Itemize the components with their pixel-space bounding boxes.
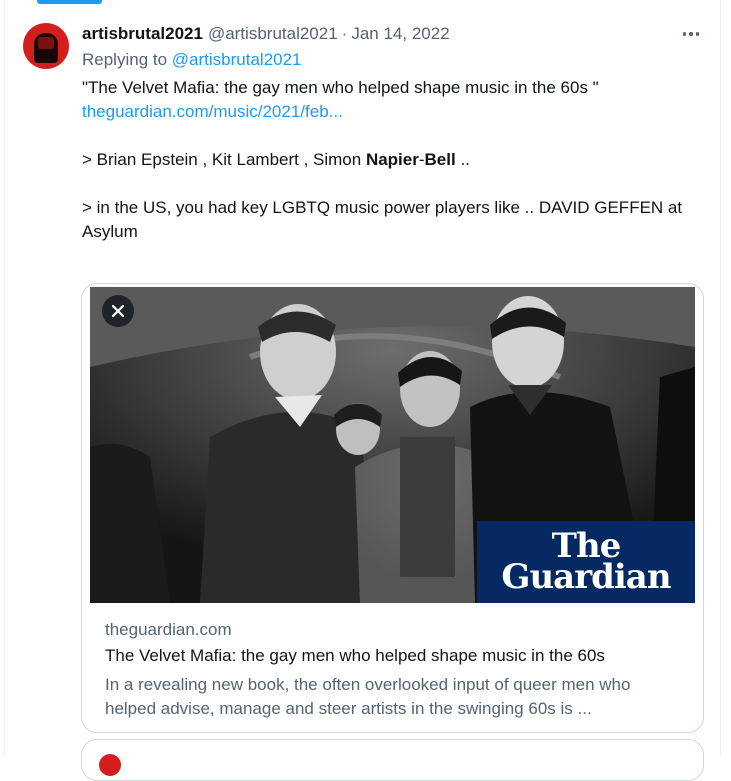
post-header: artisbrutal2021 @artisbrutal2021 · Jan 1…	[82, 24, 450, 46]
guardian-logo-line2: Guardian	[501, 557, 671, 597]
thread-connector	[37, 0, 102, 4]
more-horizontal-icon[interactable]	[676, 22, 706, 46]
names-bold-2: Bell	[424, 150, 456, 169]
post-quote-line: "The Velvet Mafia: the gay men who helpe…	[82, 78, 599, 97]
post-us-line: > in the US, you had key LGBTQ music pow…	[82, 198, 686, 241]
timeline-right-border	[720, 0, 721, 757]
card-title[interactable]: The Velvet Mafia: the gay men who helped…	[105, 646, 605, 666]
separator-dot: ·	[341, 24, 348, 43]
post-link[interactable]: theguardian.com/music/2021/feb...	[82, 102, 343, 121]
close-icon[interactable]	[102, 295, 134, 327]
avatar-figure-detail	[38, 37, 54, 49]
card-domain: theguardian.com	[105, 620, 232, 639]
names-prefix: > Brian Epstein , Kit Lambert , Simon	[82, 150, 366, 169]
post-date[interactable]: Jan 14, 2022	[351, 24, 449, 44]
replying-to-handle-link[interactable]: @artisbrutal2021	[172, 50, 302, 69]
names-suffix: ..	[455, 150, 470, 169]
post-names-line: > Brian Epstein , Kit Lambert , Simon Na…	[82, 148, 702, 172]
author-name[interactable]: artisbrutal2021	[82, 24, 203, 44]
names-bold-1: Napier	[365, 150, 419, 169]
card-description: In a revealing new book, the often overl…	[105, 675, 631, 718]
replying-to-label: Replying to	[82, 50, 168, 69]
next-post-avatar[interactable]	[99, 754, 121, 776]
guardian-logo: The Guardian	[477, 521, 695, 603]
timeline-left-border	[4, 0, 5, 757]
next-post-card[interactable]	[81, 739, 704, 781]
card-image[interactable]: The Guardian	[90, 287, 695, 603]
post-text: "The Velvet Mafia: the gay men who helpe…	[82, 76, 702, 244]
author-handle[interactable]: @artisbrutal2021	[208, 24, 338, 44]
replying-to: Replying to @artisbrutal2021	[82, 50, 302, 70]
link-preview-card[interactable]: The Guardian theguardian.com The Velvet …	[81, 283, 704, 733]
avatar[interactable]	[23, 23, 69, 69]
